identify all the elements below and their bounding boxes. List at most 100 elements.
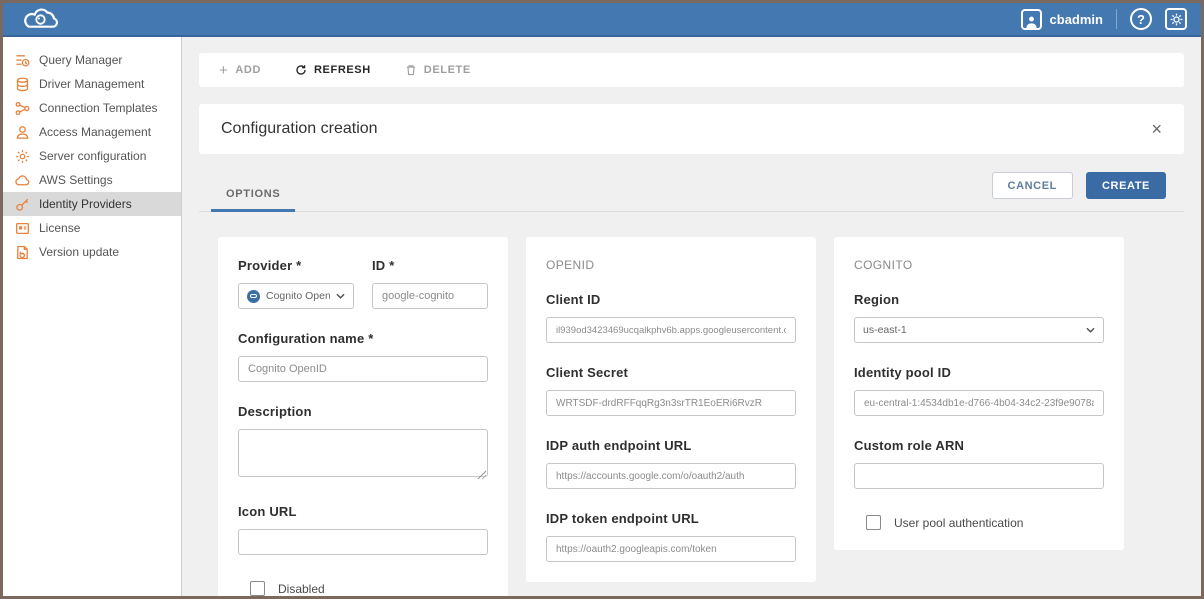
client-secret-input[interactable]: [546, 390, 796, 416]
tab-options[interactable]: OPTIONS: [211, 188, 295, 212]
sidebar-item-access-management[interactable]: Access Management: [3, 120, 181, 144]
sidebar-item-label: License: [39, 221, 80, 235]
field-idp-auth-endpoint: IDP auth endpoint URL: [546, 438, 796, 489]
icon-url-label: Icon URL: [238, 504, 488, 519]
sidebar-item-label: Identity Providers: [39, 197, 132, 211]
sidebar-item-label: Connection Templates: [39, 101, 158, 115]
configuration-name-input[interactable]: [238, 356, 488, 382]
field-custom-role-arn: Custom role ARN: [854, 438, 1104, 489]
idp-token-endpoint-label: IDP token endpoint URL: [546, 511, 796, 526]
identity-pool-id-input[interactable]: [854, 390, 1104, 416]
form-tabs-row: OPTIONS CANCEL CREATE: [199, 169, 1184, 212]
user-pool-auth-label: User pool authentication: [894, 516, 1023, 530]
add-button[interactable]: + ADD: [219, 63, 261, 78]
refresh-icon: [295, 64, 307, 76]
close-icon[interactable]: ×: [1151, 120, 1162, 138]
identity-pool-id-label: Identity pool ID: [854, 365, 1104, 380]
field-configuration-name: Configuration name *: [238, 331, 488, 382]
sidebar-item-label: Driver Management: [39, 77, 144, 91]
disabled-checkbox[interactable]: [250, 581, 265, 596]
user-menu[interactable]: cbadmin: [1021, 9, 1103, 30]
settings-gear-icon[interactable]: [1165, 8, 1187, 30]
key-icon: [15, 197, 30, 212]
sidebar-item-identity-providers[interactable]: Identity Providers: [3, 192, 181, 216]
username-label: cbadmin: [1050, 12, 1103, 27]
database-icon: [15, 77, 30, 92]
custom-role-arn-label: Custom role ARN: [854, 438, 1104, 453]
trash-icon: [405, 64, 417, 76]
disabled-checkbox-row: Disabled: [250, 581, 488, 596]
region-value: us-east-1: [863, 324, 1080, 336]
sidebar-item-label: AWS Settings: [39, 173, 113, 187]
items-toolbar: + ADD REFRESH DELETE: [199, 53, 1184, 87]
top-bar: cbadmin ?: [3, 3, 1201, 37]
admin-sidebar: Query Manager Driver Management Connecti…: [3, 37, 182, 596]
cognito-panel: COGNITO Region us-east-1 Identity pool I…: [834, 237, 1124, 550]
query-manager-icon: [15, 53, 30, 68]
sidebar-item-label: Query Manager: [39, 53, 122, 67]
document-refresh-icon: [15, 245, 30, 260]
chevron-down-icon: [1086, 327, 1095, 333]
region-label: Region: [854, 292, 1104, 307]
configuration-creation-header: Configuration creation ×: [199, 104, 1184, 154]
license-card-icon: [15, 221, 30, 236]
help-icon[interactable]: ?: [1130, 8, 1152, 30]
disabled-label: Disabled: [278, 582, 325, 596]
description-textarea[interactable]: [238, 429, 488, 477]
field-id: ID *: [372, 258, 488, 309]
configuration-form: Provider * Cognito OpenId ID *: [218, 237, 1184, 596]
main-content: + ADD REFRESH DELETE: [182, 37, 1201, 596]
provider-label: Provider *: [238, 258, 354, 273]
page-title: Configuration creation: [221, 120, 378, 138]
region-select[interactable]: us-east-1: [854, 317, 1104, 343]
idp-token-endpoint-input[interactable]: [546, 536, 796, 562]
field-provider: Provider * Cognito OpenId: [238, 258, 354, 309]
custom-role-arn-input[interactable]: [854, 463, 1104, 489]
field-identity-pool-id: Identity pool ID: [854, 365, 1104, 416]
idp-auth-endpoint-input[interactable]: [546, 463, 796, 489]
field-client-id: Client ID: [546, 292, 796, 343]
openid-panel: OPENID Client ID Client Secret IDP auth …: [526, 237, 816, 582]
sidebar-item-label: Version update: [39, 245, 119, 259]
provider-select[interactable]: Cognito OpenId: [238, 283, 354, 309]
field-region: Region us-east-1: [854, 292, 1104, 343]
user-avatar-icon: [1021, 9, 1042, 30]
openid-section-header: OPENID: [546, 258, 796, 272]
sidebar-item-query-manager[interactable]: Query Manager: [3, 48, 181, 72]
form-actions: CANCEL CREATE: [992, 172, 1166, 199]
delete-button[interactable]: DELETE: [405, 64, 471, 76]
field-icon-url: Icon URL: [238, 504, 488, 555]
general-panel: Provider * Cognito OpenId ID *: [218, 237, 508, 596]
provider-value: Cognito OpenId: [266, 290, 330, 302]
person-icon: [15, 125, 30, 140]
cloud-icon: [15, 173, 30, 188]
network-nodes-icon: [15, 101, 30, 116]
plus-icon: +: [219, 63, 228, 78]
refresh-button[interactable]: REFRESH: [295, 64, 371, 76]
id-label: ID *: [372, 258, 488, 273]
id-input[interactable]: [372, 283, 488, 309]
configuration-name-label: Configuration name *: [238, 331, 488, 346]
idp-auth-endpoint-label: IDP auth endpoint URL: [546, 438, 796, 453]
sidebar-item-driver-management[interactable]: Driver Management: [3, 72, 181, 96]
sidebar-item-version-update[interactable]: Version update: [3, 240, 181, 264]
user-pool-auth-checkbox[interactable]: [866, 515, 881, 530]
app-window: cbadmin ? Query Manager: [0, 0, 1204, 599]
sidebar-item-label: Server configuration: [39, 149, 146, 163]
sidebar-item-license[interactable]: License: [3, 216, 181, 240]
create-button[interactable]: CREATE: [1086, 172, 1166, 199]
client-id-input[interactable]: [546, 317, 796, 343]
topbar-divider: [1116, 9, 1117, 29]
user-pool-auth-checkbox-row: User pool authentication: [866, 515, 1104, 530]
sidebar-item-aws-settings[interactable]: AWS Settings: [3, 168, 181, 192]
gear-icon: [15, 149, 30, 164]
cancel-button[interactable]: CANCEL: [992, 172, 1073, 199]
client-secret-label: Client Secret: [546, 365, 796, 380]
sidebar-item-server-configuration[interactable]: Server configuration: [3, 144, 181, 168]
icon-url-input[interactable]: [238, 529, 488, 555]
sidebar-item-connection-templates[interactable]: Connection Templates: [3, 96, 181, 120]
cloudbeaver-logo-icon: [21, 6, 63, 33]
field-idp-token-endpoint: IDP token endpoint URL: [546, 511, 796, 562]
cognito-section-header: COGNITO: [854, 258, 1104, 272]
field-client-secret: Client Secret: [546, 365, 796, 416]
